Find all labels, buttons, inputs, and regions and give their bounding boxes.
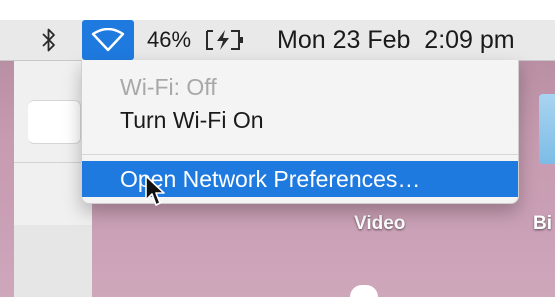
battery-percentage[interactable]: 46% [147, 20, 191, 60]
menu-separator [82, 154, 518, 155]
battery-charging-icon[interactable] [205, 20, 247, 60]
window-search-field[interactable] [28, 100, 81, 144]
wifi-menu-button[interactable] [82, 20, 134, 60]
turn-wifi-on-item[interactable]: Turn Wi-Fi On [82, 103, 518, 137]
window-lower-pane [14, 225, 92, 297]
desktop-icon-label-bi[interactable]: Bi [533, 213, 552, 235]
desktop-icon-label-video[interactable]: Video [354, 213, 405, 235]
bluetooth-icon[interactable] [36, 20, 62, 60]
wifi-status-item: Wi-Fi: Off [120, 73, 217, 100]
wifi-icon [91, 28, 125, 52]
menu-bar: 46% Mon 23 Feb 2:09 pm [0, 20, 555, 61]
menu-bar-clock[interactable]: Mon 23 Feb 2:09 pm [277, 20, 515, 60]
folder-icon[interactable] [539, 94, 555, 164]
mouse-pointer-icon [144, 174, 166, 213]
